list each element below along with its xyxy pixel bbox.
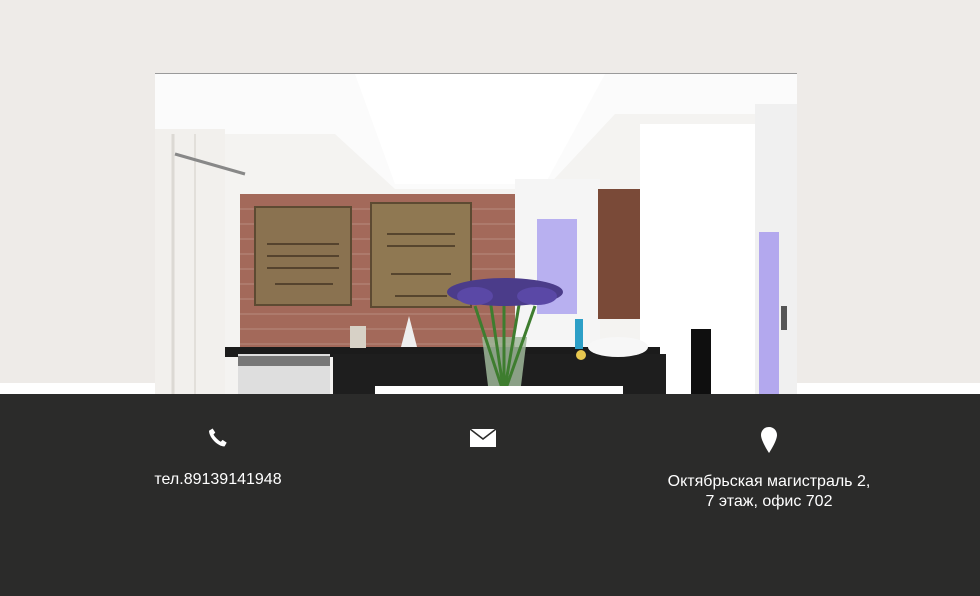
envelope-icon[interactable]	[433, 428, 533, 454]
address-line-1: Октябрьская магистраль 2,	[667, 473, 871, 490]
address-text: Октябрьская магистраль 2, 7 этаж, офис 7…	[640, 472, 898, 512]
kitchen-interior-photo	[155, 73, 797, 394]
phone-contact: тел.89139141948	[118, 426, 318, 490]
phone-icon	[118, 426, 318, 456]
phone-number[interactable]: тел.89139141948	[118, 470, 318, 490]
address-line-2: 7 этаж, офис 702	[705, 493, 833, 510]
address-contact: Октябрьская магистраль 2, 7 этаж, офис 7…	[640, 426, 898, 512]
contact-footer: тел.89139141948 Октябрьская магистраль 2…	[0, 394, 980, 596]
map-pin-icon	[640, 426, 898, 460]
email-contact	[433, 428, 533, 454]
